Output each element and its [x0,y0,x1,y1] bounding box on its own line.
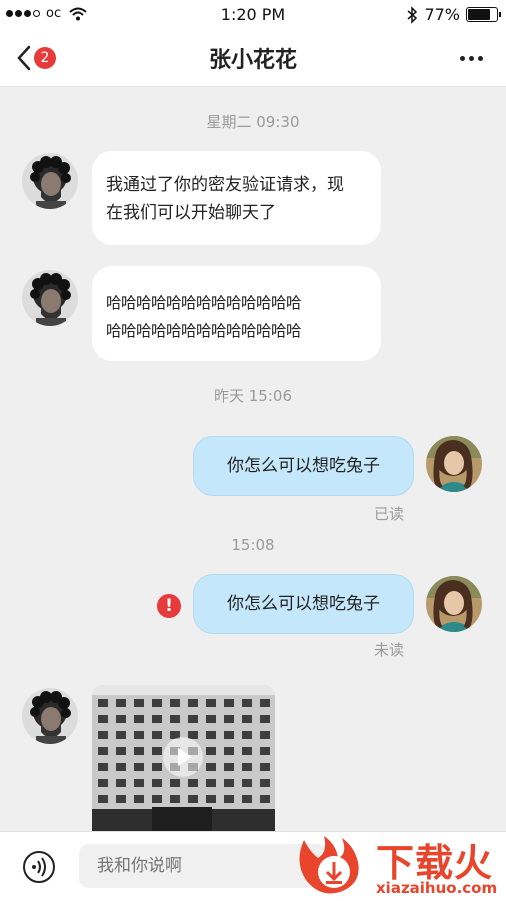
avatar-self[interactable] [426,436,482,492]
video-message-thumbnail[interactable] [92,685,275,831]
nav-bar: 2 张小花花 [0,28,506,87]
message-text: 你怎么可以想吃兔子 [227,594,380,614]
message-bubble-received[interactable]: 我通过了你的密友验证请求，现 在我们可以开始聊天了 [92,151,381,245]
message-text: 哈哈哈哈哈哈哈哈哈哈哈哈哈 [106,322,302,340]
message-text: 你怎么可以想吃兔子 [227,456,380,476]
fire-logo-icon [299,836,359,894]
read-status: 已读 [374,505,405,523]
read-status: 未读 [374,641,405,659]
message-bubble-sent[interactable]: 你怎么可以想吃兔子 [193,574,414,634]
battery-percent: 77% [424,5,460,24]
timestamp: 15:08 [231,536,275,554]
avatar-friend[interactable] [22,688,78,744]
avatar-self[interactable] [426,576,482,632]
voice-input-button[interactable] [22,850,56,884]
message-text: 我通过了你的密友验证请求，现 [106,175,344,195]
bluetooth-icon [407,5,418,24]
watermark: 下载火 xiazaihuo.com [294,832,500,898]
message-bubble-received[interactable]: 哈哈哈哈哈哈哈哈哈哈哈哈哈 哈哈哈哈哈哈哈哈哈哈哈哈哈 [92,266,381,361]
more-dot-icon [459,55,465,61]
avatar-friend[interactable] [22,153,78,209]
page-title: 张小花花 [208,48,297,73]
message-text: 哈哈哈哈哈哈哈哈哈哈哈哈哈 [106,294,302,312]
voice-icon [23,851,55,883]
timestamp: 昨天 15:06 [214,387,292,405]
more-options-button[interactable] [454,44,488,72]
battery-icon [466,7,501,22]
watermark-url: xiazaihuo.com [376,879,498,897]
status-bar: oc 1:20 PM 77% [0,0,506,28]
message-input[interactable] [79,844,329,888]
send-error-icon[interactable]: ! [157,594,181,618]
status-right: 77% [406,5,501,24]
avatar-friend[interactable] [22,270,78,326]
message-bubble-sent[interactable]: 你怎么可以想吃兔子 [193,436,414,496]
play-icon[interactable] [163,737,203,777]
message-text: 在我们可以开始聊天了 [106,203,276,223]
timestamp: 星期二 09:30 [206,113,300,131]
